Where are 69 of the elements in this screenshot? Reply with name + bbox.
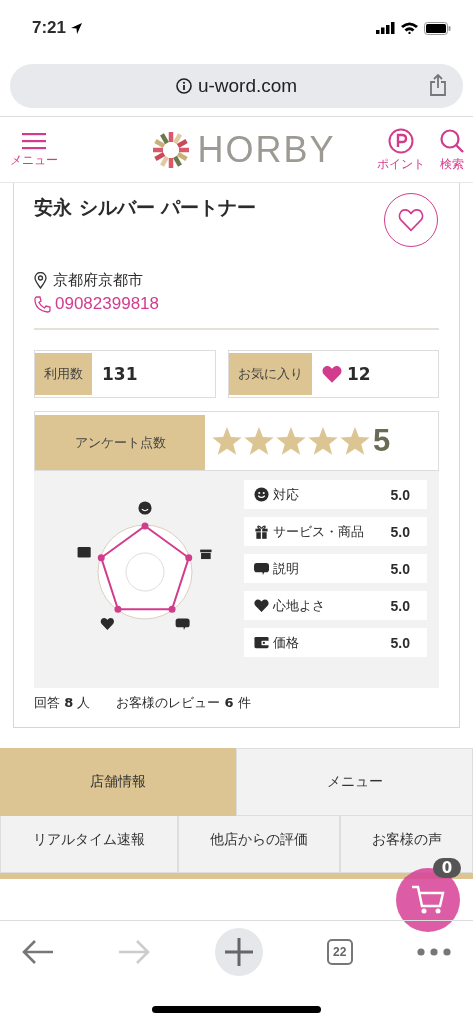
- summary-text: 回答 8 人: [34, 694, 91, 712]
- speech-bubble-icon: [254, 561, 269, 576]
- rating-label: 価格: [273, 633, 299, 652]
- points-button[interactable]: ポイント: [377, 127, 425, 172]
- location-arrow-icon: [71, 22, 83, 34]
- back-arrow-icon: [22, 938, 54, 965]
- shop-name: 安永 シルバー パートナー: [34, 195, 257, 220]
- phone-icon: [34, 295, 51, 313]
- logo-burst-icon: [151, 129, 192, 170]
- star-icon: [211, 425, 243, 457]
- address-bar[interactable]: u-word.com: [10, 64, 463, 108]
- back-button[interactable]: [22, 938, 54, 965]
- info-icon: [175, 78, 192, 94]
- section-tab[interactable]: 店舗情報: [0, 748, 236, 816]
- star-icon: [275, 425, 307, 457]
- stat-label: 利用数: [35, 353, 92, 395]
- signal-icon: [376, 22, 395, 34]
- points-icon: [388, 127, 414, 154]
- data-point: [114, 605, 122, 613]
- tabs-button[interactable]: 22: [326, 938, 353, 965]
- battery-icon: [424, 21, 451, 35]
- search-button[interactable]: 検索: [439, 127, 465, 172]
- share-icon[interactable]: [429, 74, 447, 96]
- rating-label: 心地よさ: [273, 596, 325, 615]
- survey-score: 5: [373, 423, 391, 459]
- section-tab[interactable]: リアルタイム速報: [0, 816, 178, 873]
- forward-arrow-icon: [118, 938, 151, 965]
- menu-icon: [22, 131, 46, 150]
- plus-icon: [224, 937, 253, 966]
- rating-value: 5.0: [390, 486, 410, 503]
- section-tab[interactable]: 他店からの評価: [178, 816, 340, 873]
- rating-label: サービス・商品: [273, 522, 364, 541]
- more-icon[interactable]: [417, 947, 451, 956]
- url-text: u-word.com: [197, 75, 298, 97]
- heart-icon: [100, 618, 114, 630]
- summary-text: お客様のレビュー 6 件: [116, 694, 251, 712]
- rating-label: 対応: [273, 485, 299, 504]
- stat-value: 131: [102, 364, 138, 384]
- rating-label: 説明: [273, 559, 299, 578]
- search-icon: [439, 127, 465, 154]
- data-point: [141, 522, 149, 530]
- heart-icon: [398, 208, 424, 232]
- star-icon: [307, 425, 339, 457]
- stat-label: お気に入り: [229, 353, 312, 395]
- clock-time: 7:21: [32, 18, 67, 38]
- stat-value: 12: [347, 364, 371, 384]
- data-point: [168, 605, 176, 613]
- heart-icon: [254, 598, 269, 613]
- smiley-icon: [254, 487, 269, 502]
- heart-icon: [322, 364, 342, 384]
- location-pin-icon: [34, 272, 47, 289]
- location-text: 京都府京都市: [53, 271, 143, 290]
- rating-value: 5.0: [390, 597, 410, 614]
- rating-value: 5.0: [390, 523, 410, 540]
- survey-label: アンケート点数: [35, 415, 205, 470]
- smiley-icon: [138, 501, 152, 515]
- rating-value: 5.0: [390, 634, 410, 651]
- menu-button[interactable]: メニュー: [10, 131, 58, 168]
- section-tab[interactable]: メニュー: [236, 748, 473, 816]
- star-icon: [339, 425, 371, 457]
- favorite-button[interactable]: [384, 193, 438, 247]
- phone-link[interactable]: 09082399818: [55, 294, 159, 314]
- star-icon: [243, 425, 275, 457]
- speech-bubble-icon: [175, 618, 190, 630]
- data-point: [97, 554, 105, 562]
- data-point: [185, 554, 193, 562]
- cart-icon: [411, 884, 445, 916]
- rating-value: 5.0: [390, 560, 410, 577]
- wifi-icon: [401, 22, 418, 34]
